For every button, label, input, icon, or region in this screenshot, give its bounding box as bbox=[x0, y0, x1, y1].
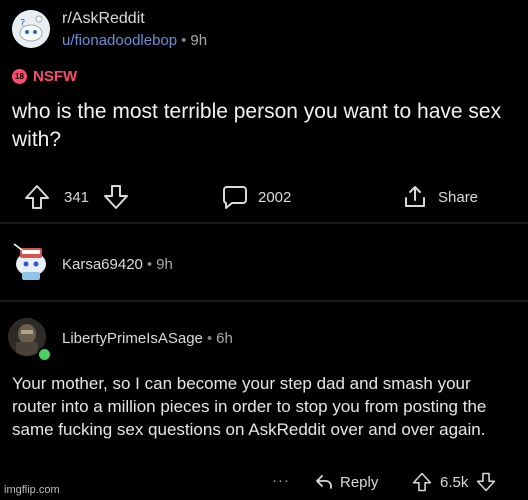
post-age: 9h bbox=[190, 32, 208, 49]
upvote-arrow-icon bbox=[25, 185, 49, 209]
imgflip-watermark: imgflip.com bbox=[4, 484, 60, 496]
meta-separator: • bbox=[181, 32, 187, 49]
comment-body: Your mother, so I can become your step d… bbox=[12, 374, 487, 439]
upvote-count: 341 bbox=[64, 188, 90, 206]
nsfw-18-icon: 18 bbox=[12, 69, 27, 84]
comment-downvote-button[interactable] bbox=[476, 472, 496, 492]
online-status-icon bbox=[37, 347, 52, 362]
share-icon bbox=[405, 186, 425, 207]
post-actions-bar: 341 2002 Share bbox=[0, 182, 528, 212]
downvote-arrow-icon bbox=[104, 185, 129, 209]
upvote-arrow-icon bbox=[412, 472, 432, 492]
post-author[interactable]: u/fionadoodlebop bbox=[62, 32, 177, 49]
subreddit-avatar[interactable]: ? bbox=[12, 10, 50, 48]
subreddit-name[interactable]: r/AskReddit bbox=[62, 10, 145, 28]
upvote-button[interactable] bbox=[24, 184, 50, 210]
comment-bubble-icon bbox=[223, 186, 247, 209]
vote-group: 341 bbox=[24, 184, 129, 210]
reply-arrow-icon bbox=[316, 475, 332, 489]
comment-count: 2002 bbox=[258, 188, 292, 206]
comments-button[interactable]: 2002 bbox=[222, 184, 291, 210]
comment-actions-bar: ··· Reply 6.5k bbox=[0, 472, 528, 496]
comment-age: 6h bbox=[216, 330, 233, 347]
reddit-snoo-icon: ? bbox=[12, 10, 50, 48]
more-options-button[interactable]: ··· bbox=[272, 472, 290, 489]
reply-button[interactable]: Reply bbox=[314, 472, 378, 492]
comment-age: 9h bbox=[156, 256, 173, 273]
share-label: Share bbox=[438, 188, 479, 206]
share-button[interactable]: Share bbox=[402, 184, 478, 210]
downvote-arrow-icon bbox=[477, 472, 496, 492]
comment-score: 6.5k bbox=[440, 473, 469, 491]
comment-meta: LibertyPrimeIsASage • 6h bbox=[62, 330, 233, 347]
meta-separator: • bbox=[206, 330, 213, 347]
divider bbox=[0, 222, 528, 224]
comment-vote-group: 6.5k bbox=[412, 472, 496, 492]
post-meta: u/fionadoodlebop • 9h bbox=[62, 32, 207, 49]
comment-meta: Karsa69420 • 9h bbox=[62, 256, 173, 273]
meta-separator: • bbox=[146, 256, 153, 273]
nsfw-label: NSFW bbox=[33, 68, 78, 85]
comment-author[interactable]: LibertyPrimeIsASage bbox=[62, 330, 203, 347]
comment-avatar[interactable] bbox=[8, 236, 54, 282]
snoo-avatar-icon bbox=[13, 243, 46, 280]
comment-upvote-button[interactable] bbox=[412, 472, 432, 492]
nsfw-tag: 18 NSFW bbox=[12, 68, 77, 85]
reply-label: Reply bbox=[340, 473, 379, 491]
svg-text:?: ? bbox=[20, 18, 25, 29]
comment-author[interactable]: Karsa69420 bbox=[62, 256, 143, 273]
divider bbox=[0, 300, 528, 302]
post-title[interactable]: who is the most terrible person you want… bbox=[12, 98, 517, 154]
downvote-button[interactable] bbox=[103, 184, 129, 210]
